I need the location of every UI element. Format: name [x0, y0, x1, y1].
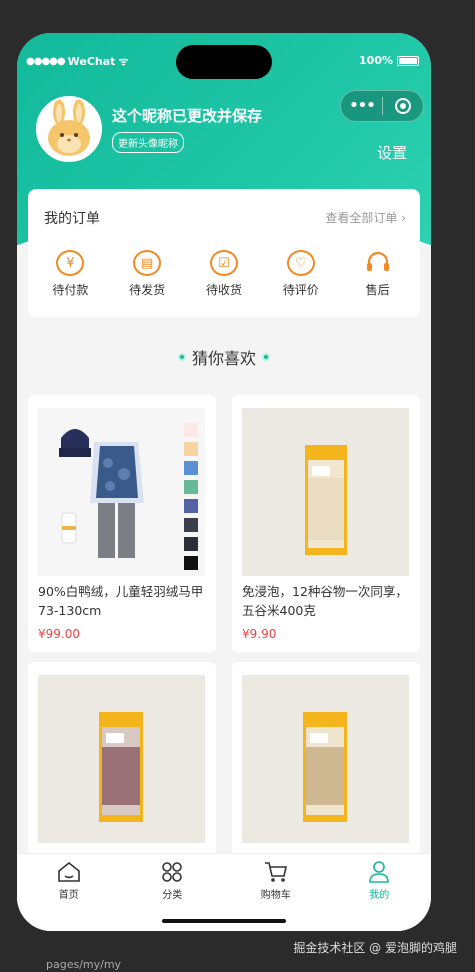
product-image [242, 408, 409, 576]
dot-icon [262, 353, 270, 361]
miniprogram-capsule: ••• [340, 90, 424, 122]
tab-label: 我的 [369, 890, 390, 901]
home-icon [57, 861, 80, 882]
order-title: 我的订单 [44, 211, 100, 227]
order-status-pending-shipment[interactable]: ▤ 待发货 [117, 249, 177, 298]
tab-profile[interactable]: 我的 [328, 854, 432, 908]
more-icon[interactable]: ••• [341, 92, 382, 120]
tab-label: 购物车 [260, 890, 291, 901]
order-status-pending-payment[interactable]: ¥ 待付款 [40, 249, 100, 298]
watermark: 掘金技术社区 @ 爱泡脚的鸡腿 [293, 941, 457, 955]
category-icon [162, 862, 183, 882]
update-profile-button[interactable]: 更新头像昵称 [112, 132, 184, 153]
product-card[interactable]: 90%白鸭绒，儿童轻羽绒马甲73-130cm ¥99.00 [28, 395, 216, 652]
wifi-icon: ᯤ [118, 55, 129, 68]
battery-icon [397, 55, 419, 66]
guess-you-like-heading: 猜你喜欢 [17, 345, 431, 369]
product-grid: 90%白鸭绒，儿童轻羽绒马甲73-130cm ¥99.00 免浸泡，12种谷物一… [28, 395, 420, 919]
product-price: ¥9.90 [242, 627, 277, 641]
view-all-orders-label: 查看全部订单 [325, 211, 398, 225]
product-image [38, 408, 205, 576]
order-card: 我的订单 查看全部订单 › ¥ 待付款 ▤ 待发货 ☑ 待收货 ♡ 待评价 售后 [28, 189, 420, 317]
tab-label: 首页 [58, 890, 79, 901]
order-status-label: 售后 [365, 283, 390, 297]
product-name: 90%白鸭绒，儿童轻羽绒马甲73-130cm [38, 584, 204, 618]
order-status-label: 待收货 [205, 283, 242, 297]
product-name: 免浸泡，12种谷物一次同享，五谷米400克 [242, 584, 408, 618]
avatar[interactable] [36, 96, 102, 162]
phone-frame: ●●●●● WeChat ᯤ 100% ••• 这个昵称已更改并保存 更新头像昵… [17, 33, 431, 931]
order-status-after-sales[interactable]: 售后 [348, 249, 408, 298]
page-path: pages/my/my [46, 958, 122, 971]
order-status-label: 待发货 [129, 283, 166, 297]
order-status-pending-review[interactable]: ♡ 待评价 [271, 249, 331, 298]
cart-icon [264, 862, 287, 882]
chevron-right-icon: › [401, 211, 406, 225]
heart-icon: ♡ [286, 249, 316, 277]
dot-icon [177, 353, 186, 361]
battery-label: 100% [359, 54, 393, 67]
home-indicator [162, 919, 286, 923]
tab-home[interactable]: 首页 [17, 854, 121, 908]
receive-icon: ☑ [209, 249, 239, 277]
rabbit-avatar-icon [38, 98, 100, 160]
product-image [38, 675, 205, 843]
order-status-label: 待付款 [52, 283, 89, 297]
headset-icon [363, 249, 393, 277]
yen-icon: ¥ [55, 249, 85, 277]
user-icon [369, 861, 390, 883]
guess-title: 猜你喜欢 [191, 349, 256, 368]
close-miniprogram-button[interactable] [383, 98, 423, 114]
product-price: ¥99.00 [38, 627, 80, 641]
nickname: 这个昵称已更改并保存 [112, 107, 263, 125]
view-all-orders-link[interactable]: 查看全部订单 › [325, 209, 406, 226]
order-status-pending-receipt[interactable]: ☑ 待收货 [194, 249, 254, 298]
tab-cart[interactable]: 购物车 [224, 854, 328, 908]
dynamic-island [176, 45, 272, 79]
product-card[interactable]: 免浸泡，12种谷物一次同享，五谷米400克 ¥9.90 [232, 395, 420, 652]
settings-link[interactable]: 设置 [377, 142, 407, 163]
tab-category[interactable]: 分类 [121, 854, 225, 908]
signal-icon: ●●●●● [26, 56, 66, 67]
tab-label: 分类 [162, 890, 183, 901]
devtools-bar: pages/my/my [0, 955, 475, 972]
carrier-label: WeChat [67, 55, 116, 68]
tab-bar: 首页 分类 购物车 我的 [17, 853, 431, 931]
target-icon [394, 98, 411, 114]
package-icon: ▤ [132, 249, 162, 277]
product-image [242, 675, 409, 843]
order-status-label: 待评价 [282, 283, 319, 297]
